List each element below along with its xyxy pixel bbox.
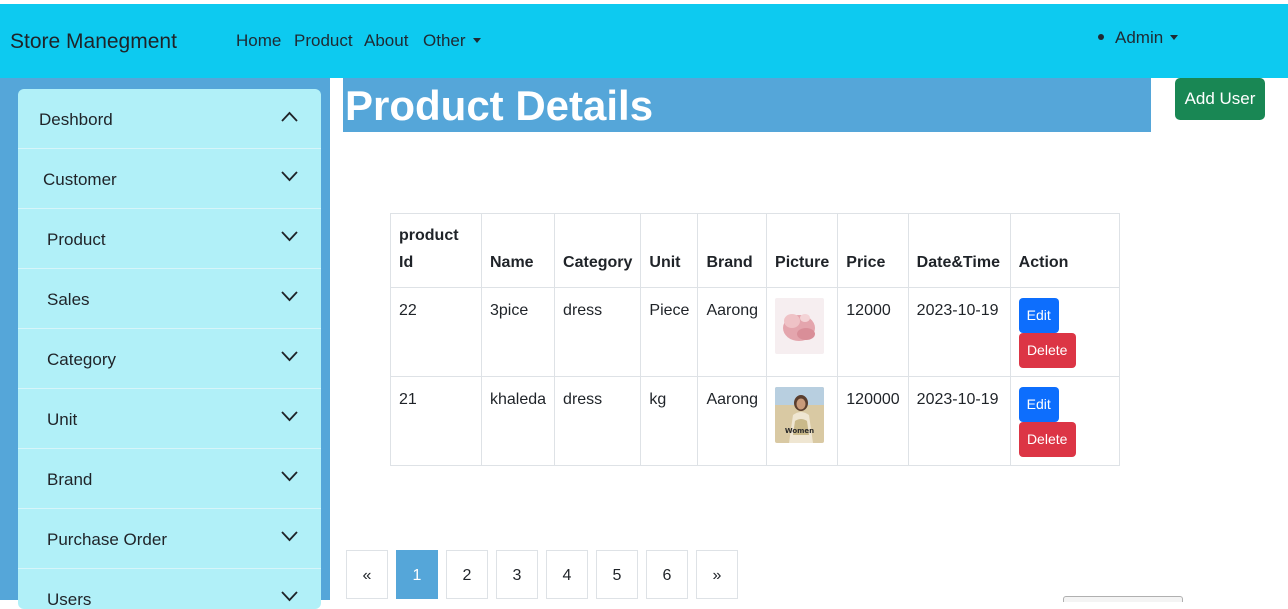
pagination-page-4[interactable]: 4 bbox=[546, 550, 588, 599]
brand-title[interactable]: Store Manegment bbox=[10, 30, 177, 54]
header-line: product bbox=[399, 227, 459, 244]
cell-unit: Piece bbox=[640, 287, 699, 377]
column-header-product-id: product Id bbox=[390, 213, 482, 288]
table-row: 21 khaleda dress kg Aarong Women 120000 … bbox=[390, 376, 1120, 466]
pagination-page-1[interactable]: 1 bbox=[396, 550, 438, 599]
table-row: 22 3pice dress Piece Aarong 12000 2023-1… bbox=[390, 287, 1120, 377]
product-photo-pink bbox=[775, 298, 825, 354]
chevron-down-icon bbox=[281, 411, 298, 422]
pagination-page-3[interactable]: 3 bbox=[496, 550, 538, 599]
sidebar-item-sales[interactable]: Sales bbox=[18, 269, 321, 329]
chevron-down-icon bbox=[281, 591, 298, 602]
page-title-banner: Product Details bbox=[343, 78, 1151, 132]
cell-category: dress bbox=[554, 376, 642, 466]
pagination-page-6[interactable]: 6 bbox=[646, 550, 688, 599]
header-line: Id bbox=[399, 254, 414, 271]
pagination-page-2[interactable]: 2 bbox=[446, 550, 488, 599]
sidebar-item-dashboard[interactable]: Deshbord bbox=[18, 89, 321, 149]
nav-other-dropdown[interactable]: Other bbox=[423, 31, 481, 51]
sidebar-item-purchase-order[interactable]: Purchase Order bbox=[18, 509, 321, 569]
sidebar-item-label: Purchase Order bbox=[47, 530, 167, 549]
cell-price: 120000 bbox=[837, 376, 909, 466]
sidebar-item-customer[interactable]: Customer bbox=[18, 149, 321, 209]
delete-button[interactable]: Delete bbox=[1018, 422, 1076, 457]
cell-picture bbox=[766, 287, 839, 377]
cell-datetime: 2023-10-19 bbox=[907, 376, 1011, 466]
edit-button[interactable]: Edit bbox=[1018, 387, 1059, 422]
delete-button[interactable]: Delete bbox=[1018, 333, 1076, 368]
sidebar: Deshbord Customer Product Sales Category… bbox=[18, 89, 321, 609]
cell-name: 3pice bbox=[480, 287, 556, 377]
products-table: product Id Name Category Unit Brand Pictu… bbox=[390, 213, 1120, 466]
chevron-down-icon bbox=[281, 351, 298, 362]
table-header-row: product Id Name Category Unit Brand Pictu… bbox=[390, 213, 1120, 288]
cell-brand: Aarong bbox=[697, 376, 768, 466]
cell-datetime: 2023-10-19 bbox=[907, 287, 1011, 377]
cell-picture: Women bbox=[766, 376, 839, 466]
column-header-name: Name bbox=[480, 213, 556, 288]
floating-widget-edge bbox=[1063, 596, 1183, 602]
sidebar-item-label: Customer bbox=[43, 170, 117, 189]
nav-product[interactable]: Product bbox=[294, 31, 353, 51]
nav-about[interactable]: About bbox=[364, 31, 408, 51]
sidebar-item-users[interactable]: Users bbox=[18, 569, 321, 609]
cell-product-id: 22 bbox=[390, 287, 482, 377]
nav-home[interactable]: Home bbox=[236, 31, 281, 51]
column-header-price: Price bbox=[837, 213, 909, 288]
sidebar-item-label: Deshbord bbox=[39, 110, 113, 129]
sidebar-item-category[interactable]: Category bbox=[18, 329, 321, 389]
product-photo-women: Women bbox=[775, 387, 825, 443]
column-header-category: Category bbox=[554, 213, 642, 288]
cell-actions: Edit Delete bbox=[1009, 376, 1120, 466]
column-header-action: Action bbox=[1009, 213, 1120, 288]
picture-caption: Women bbox=[785, 427, 814, 435]
caret-down-icon bbox=[1170, 35, 1179, 40]
caret-down-icon bbox=[472, 38, 481, 43]
sidebar-item-brand[interactable]: Brand bbox=[18, 449, 321, 509]
bullet-icon bbox=[1098, 34, 1104, 40]
pagination-prev[interactable]: « bbox=[346, 550, 388, 599]
chevron-down-icon bbox=[281, 231, 298, 242]
chevron-down-icon bbox=[281, 531, 298, 542]
sidebar-item-label: Unit bbox=[47, 410, 78, 429]
top-navbar: Store Manegment Home Product About Other… bbox=[0, 4, 1288, 78]
pagination-page-5[interactable]: 5 bbox=[596, 550, 638, 599]
cell-name: khaleda bbox=[480, 376, 556, 466]
column-header-brand: Brand bbox=[697, 213, 768, 288]
chevron-up-icon bbox=[281, 111, 298, 122]
sidebar-item-label: Sales bbox=[47, 290, 90, 309]
chevron-down-icon bbox=[281, 171, 298, 182]
sidebar-item-product[interactable]: Product bbox=[18, 209, 321, 269]
page-title: Product Details bbox=[345, 82, 654, 129]
sidebar-item-label: Product bbox=[47, 230, 106, 249]
column-header-picture: Picture bbox=[766, 213, 839, 288]
cell-category: dress bbox=[554, 287, 642, 377]
column-header-datetime: Date&Time bbox=[907, 213, 1011, 288]
add-user-button[interactable]: Add User bbox=[1175, 78, 1265, 120]
cell-actions: Edit Delete bbox=[1009, 287, 1120, 377]
admin-dropdown[interactable]: Admin bbox=[1098, 28, 1179, 48]
pagination-next[interactable]: » bbox=[696, 550, 738, 599]
chevron-down-icon bbox=[281, 471, 298, 482]
chevron-down-icon bbox=[281, 291, 298, 302]
cell-unit: kg bbox=[640, 376, 699, 466]
cell-product-id: 21 bbox=[390, 376, 482, 466]
nav-other-label: Other bbox=[423, 31, 466, 50]
cell-price: 12000 bbox=[837, 287, 909, 377]
sidebar-item-label: Category bbox=[47, 350, 116, 369]
admin-label: Admin bbox=[1115, 28, 1164, 47]
column-header-unit: Unit bbox=[640, 213, 699, 288]
edit-button[interactable]: Edit bbox=[1018, 298, 1059, 333]
cell-brand: Aarong bbox=[697, 287, 768, 377]
sidebar-item-label: Brand bbox=[47, 470, 93, 489]
sidebar-item-unit[interactable]: Unit bbox=[18, 389, 321, 449]
